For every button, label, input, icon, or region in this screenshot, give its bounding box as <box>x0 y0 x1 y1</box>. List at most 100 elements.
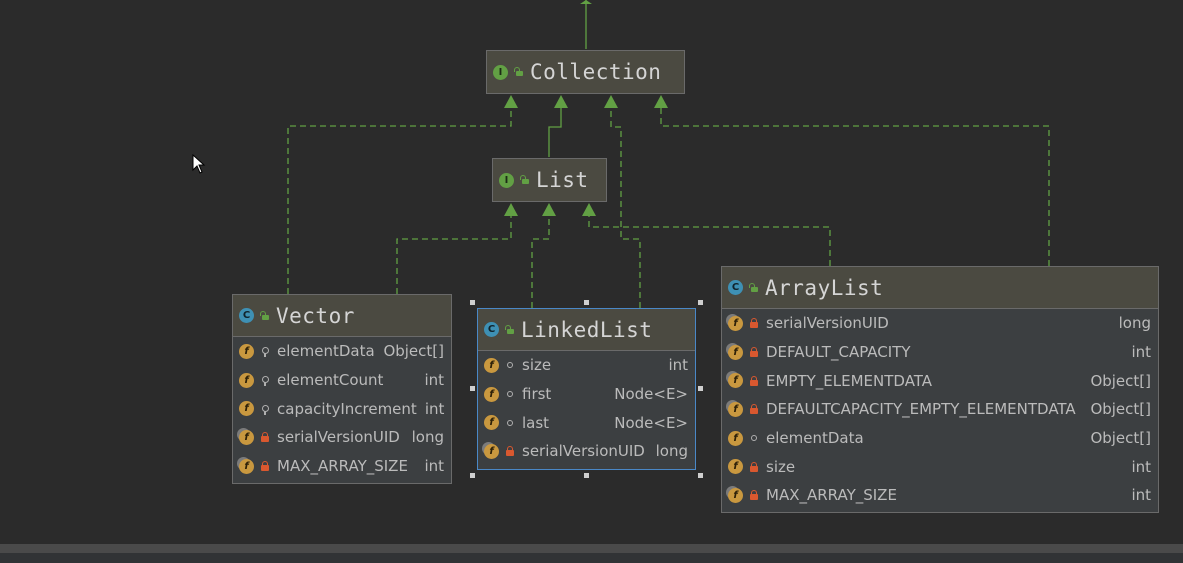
field-row[interactable]: f elementCount int <box>233 366 451 395</box>
field-list: f serialVersionUID long f DEFAULT_CAPACITY in… <box>722 309 1158 510</box>
field-name: serialVersionUID <box>522 442 645 461</box>
resize-handle[interactable] <box>698 386 703 391</box>
resize-handle[interactable] <box>584 300 589 305</box>
arrowhead <box>604 95 618 108</box>
interface-icon: I <box>499 172 514 188</box>
private-visibility-icon <box>749 461 759 472</box>
package-visibility-icon <box>505 389 515 399</box>
protected-visibility-icon <box>260 375 270 387</box>
field-name: elementData <box>277 342 375 361</box>
node-collection[interactable]: I Collection <box>486 50 685 94</box>
edge-vector-collection <box>287 104 512 294</box>
resize-handle[interactable] <box>470 473 475 478</box>
field-type: int <box>668 356 688 375</box>
field-name: MAX_ARRAY_SIZE <box>766 486 897 505</box>
arrowhead <box>654 95 668 108</box>
field-row[interactable]: f last Node<E> <box>478 408 695 437</box>
resize-handle[interactable] <box>470 300 475 305</box>
field-icon: f <box>239 401 254 417</box>
private-visibility-icon <box>260 432 270 443</box>
package-visibility-icon <box>505 418 515 428</box>
arrowhead <box>504 203 518 216</box>
arrowhead <box>582 203 596 216</box>
field-name: EMPTY_ELEMENTDATA <box>766 371 933 390</box>
node-vector[interactable]: C Vector f elementData Object[] f elementCou… <box>232 294 452 484</box>
field-icon: f <box>728 430 743 446</box>
node-list[interactable]: I List <box>492 158 607 202</box>
private-visibility-icon <box>505 446 515 457</box>
edge-arraylist-collection <box>660 104 1050 266</box>
field-type: Object[] <box>383 342 444 361</box>
field-row[interactable]: f MAX_ARRAY_SIZE int <box>722 481 1158 510</box>
field-icon: f <box>484 443 499 459</box>
field-row[interactable]: f serialVersionUID long <box>722 309 1158 338</box>
private-visibility-icon <box>749 347 759 358</box>
edge-vector-list <box>396 212 512 294</box>
public-lock-icon <box>505 324 515 335</box>
resize-handle[interactable] <box>470 386 475 391</box>
field-type: long <box>655 442 688 461</box>
field-name: MAX_ARRAY_SIZE <box>277 457 408 476</box>
field-name: last <box>522 413 550 432</box>
field-row[interactable]: f capacityIncrement int <box>233 394 451 423</box>
field-list: f size int f first Node<E> f last Node<E> f serial… <box>478 351 695 466</box>
field-row[interactable]: f elementData Object[] <box>722 424 1158 453</box>
arrowhead <box>504 95 518 108</box>
class-icon: C <box>728 280 743 295</box>
field-name: elementCount <box>277 371 384 390</box>
edge-linkedlist-collection <box>610 104 641 308</box>
protected-visibility-icon <box>260 404 270 415</box>
field-type: long <box>1118 314 1151 333</box>
mouse-cursor-icon <box>192 154 206 174</box>
field-row[interactable]: f MAX_ARRAY_SIZE int <box>233 452 451 481</box>
field-type: Object[] <box>1090 429 1151 448</box>
field-type: int <box>1131 486 1151 505</box>
public-lock-icon <box>260 310 270 321</box>
field-icon: f <box>728 487 743 503</box>
edge-list-collection <box>548 104 562 157</box>
private-visibility-icon <box>260 461 270 472</box>
edge-linkedlist-list <box>531 212 550 308</box>
interface-icon: I <box>493 64 508 80</box>
field-row[interactable]: f DEFAULT_CAPACITY int <box>722 338 1158 367</box>
class-icon: C <box>484 322 499 337</box>
field-icon: f <box>728 344 743 360</box>
field-row[interactable]: f serialVersionUID long <box>478 437 695 466</box>
field-name: DEFAULTCAPACITY_EMPTY_ELEMENTDATA <box>766 400 1076 419</box>
field-row[interactable]: f size int <box>478 351 695 380</box>
field-icon: f <box>728 315 743 331</box>
field-type: Node<E> <box>614 413 688 432</box>
field-name: size <box>522 356 552 375</box>
field-type: int <box>424 371 444 390</box>
node-arraylist[interactable]: C ArrayList f serialVersionUID long f DEFAUL… <box>721 266 1159 513</box>
field-row[interactable]: f serialVersionUID long <box>233 423 451 452</box>
field-type: Object[] <box>1090 400 1151 419</box>
node-title: Vector <box>276 303 355 328</box>
field-row[interactable]: f size int <box>722 452 1158 481</box>
private-visibility-icon <box>749 318 759 329</box>
node-linkedlist[interactable]: C LinkedList f size int f first Node<E> f last N… <box>477 308 696 470</box>
resize-handle[interactable] <box>584 473 589 478</box>
field-type: int <box>1131 343 1151 362</box>
public-lock-icon <box>749 282 759 293</box>
public-lock-icon <box>520 175 530 185</box>
field-row[interactable]: f first Node<E> <box>478 380 695 409</box>
field-type: long <box>411 428 444 447</box>
field-icon: f <box>484 357 499 373</box>
package-visibility-icon <box>505 360 515 370</box>
private-visibility-icon <box>749 490 759 501</box>
node-title: Collection <box>530 60 662 84</box>
field-row[interactable]: f DEFAULTCAPACITY_EMPTY_ELEMENTDATA Object… <box>722 395 1158 424</box>
field-icon: f <box>239 343 254 359</box>
private-visibility-icon <box>749 404 759 415</box>
field-list: f elementData Object[] f elementCount int f cap… <box>233 337 451 480</box>
field-row[interactable]: f EMPTY_ELEMENTDATA Object[] <box>722 366 1158 395</box>
resize-handle[interactable] <box>698 473 703 478</box>
horizontal-scrollbar[interactable] <box>0 544 1183 553</box>
field-type: int <box>1131 457 1151 476</box>
field-row[interactable]: f elementData Object[] <box>233 337 451 366</box>
field-icon: f <box>239 372 254 388</box>
field-icon: f <box>239 429 254 445</box>
resize-handle[interactable] <box>698 300 703 305</box>
field-icon: f <box>484 386 499 402</box>
